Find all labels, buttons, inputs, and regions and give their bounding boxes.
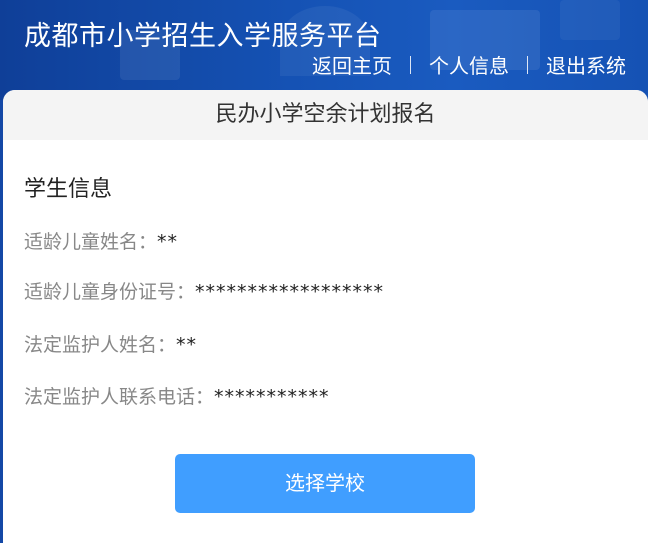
- guardian-name-value: **: [176, 334, 198, 356]
- child-id-row: 适龄儿童身份证号：******************: [24, 277, 384, 304]
- guardian-phone-row: 法定监护人联系电话：***********: [24, 382, 330, 409]
- child-name-value: **: [157, 231, 179, 253]
- registration-card: 民办小学空余计划报名 学生信息 适龄儿童姓名：** 适龄儿童身份证号：*****…: [3, 90, 648, 543]
- home-link[interactable]: 返回主页: [312, 50, 392, 79]
- guardian-phone-value: ***********: [214, 386, 330, 408]
- top-nav: 返回主页 个人信息 退出系统: [312, 50, 626, 79]
- card-title: 民办小学空余计划报名: [3, 90, 648, 140]
- nav-divider: [410, 55, 411, 74]
- child-name-label: 适龄儿童姓名：: [24, 231, 158, 253]
- section-title: 学生信息: [24, 177, 113, 202]
- child-id-label: 适龄儿童身份证号：: [24, 281, 196, 303]
- nav-divider: [527, 55, 528, 74]
- child-name-row: 适龄儿童姓名：**: [24, 227, 178, 254]
- site-title: 成都市小学招生入学服务平台: [24, 21, 382, 52]
- guardian-name-label: 法定监护人姓名：: [24, 334, 177, 356]
- select-school-button[interactable]: 选择学校: [175, 454, 475, 513]
- header-banner: 成都市小学招生入学服务平台 返回主页 个人信息 退出系统: [0, 0, 648, 100]
- header-decoration: [560, 0, 620, 40]
- logout-link[interactable]: 退出系统: [546, 50, 626, 79]
- profile-link[interactable]: 个人信息: [429, 50, 509, 79]
- guardian-name-row: 法定监护人姓名：**: [24, 330, 197, 357]
- guardian-phone-label: 法定监护人联系电话：: [24, 386, 215, 408]
- child-id-value: ******************: [195, 281, 385, 303]
